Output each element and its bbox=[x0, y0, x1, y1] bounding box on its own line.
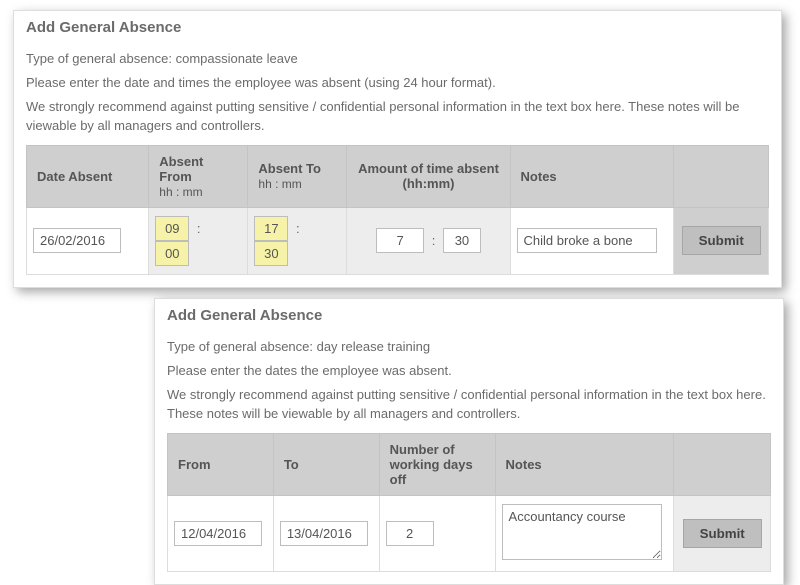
absent-to-hh-input[interactable] bbox=[254, 216, 288, 241]
col-notes: Notes bbox=[495, 433, 674, 495]
col-actions bbox=[674, 433, 771, 495]
panel-title: Add General Absence bbox=[26, 19, 769, 36]
col-date-absent: Date Absent bbox=[27, 145, 149, 207]
colon-separator: : bbox=[428, 233, 440, 248]
sensitive-warning: We strongly recommend against putting se… bbox=[167, 386, 771, 422]
submit-button[interactable]: Submit bbox=[682, 226, 761, 255]
absence-type-line: Type of general absence: day release tra… bbox=[167, 338, 771, 356]
table-header-row: From To Number of working days off Notes bbox=[168, 433, 771, 495]
col-absent-to-label: Absent To bbox=[258, 161, 321, 176]
table-header-row: Date Absent Absent From hh : mm Absent T… bbox=[27, 145, 769, 207]
col-notes: Notes bbox=[510, 145, 674, 207]
sensitive-warning: We strongly recommend against putting se… bbox=[26, 98, 769, 134]
instructions: Please enter the dates the employee was … bbox=[167, 362, 771, 380]
amount-hh-input[interactable] bbox=[376, 228, 424, 253]
col-amount: Amount of time absent (hh:mm) bbox=[347, 145, 510, 207]
absent-from-mm-input[interactable] bbox=[155, 241, 189, 266]
colon-separator: : bbox=[193, 221, 205, 236]
col-absent-to: Absent To hh : mm bbox=[248, 145, 347, 207]
amount-mm-input[interactable] bbox=[443, 228, 481, 253]
submit-button[interactable]: Submit bbox=[683, 519, 762, 548]
absence-time-table: Date Absent Absent From hh : mm Absent T… bbox=[26, 145, 769, 275]
table-row: Submit bbox=[168, 495, 771, 571]
days-off-input[interactable] bbox=[386, 521, 434, 546]
panel-title: Add General Absence bbox=[167, 307, 771, 324]
colon-separator: : bbox=[292, 221, 304, 236]
absent-from-hh-input[interactable] bbox=[155, 216, 189, 241]
col-days: Number of working days off bbox=[379, 433, 495, 495]
notes-textarea[interactable] bbox=[502, 504, 662, 560]
absence-type-line: Type of general absence: compassionate l… bbox=[26, 50, 769, 68]
absence-days-table: From To Number of working days off Notes… bbox=[167, 433, 771, 572]
notes-input[interactable] bbox=[517, 228, 657, 253]
col-from: From bbox=[168, 433, 274, 495]
col-absent-from-label: Absent From bbox=[159, 154, 203, 184]
absent-to-mm-input[interactable] bbox=[254, 241, 288, 266]
col-actions bbox=[674, 145, 769, 207]
to-date-input[interactable] bbox=[280, 521, 368, 546]
table-row: : : : Submit bbox=[27, 207, 769, 274]
col-absent-from: Absent From hh : mm bbox=[149, 145, 248, 207]
date-absent-input[interactable] bbox=[33, 228, 121, 253]
add-absence-panel-days: Add General Absence Type of general abse… bbox=[154, 298, 784, 585]
col-to: To bbox=[273, 433, 379, 495]
from-date-input[interactable] bbox=[174, 521, 262, 546]
instructions: Please enter the date and times the empl… bbox=[26, 74, 769, 92]
add-absence-panel-time: Add General Absence Type of general abse… bbox=[13, 10, 782, 288]
col-absent-from-sub: hh : mm bbox=[159, 185, 202, 199]
col-absent-to-sub: hh : mm bbox=[258, 177, 301, 191]
